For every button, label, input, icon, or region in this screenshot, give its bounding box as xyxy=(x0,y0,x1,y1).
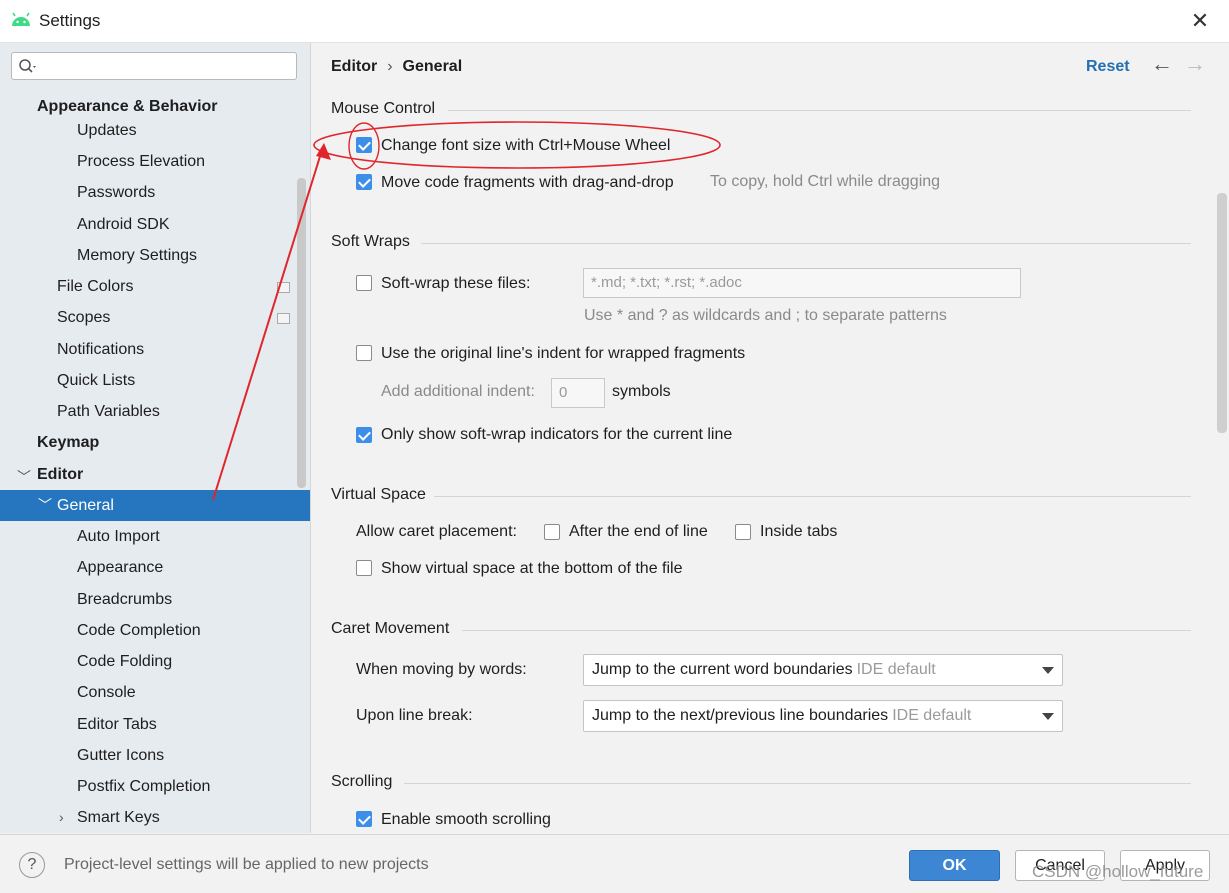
dropdown-arrow-icon xyxy=(1042,713,1054,720)
softwrap-files-checkbox[interactable] xyxy=(356,275,372,291)
sidebar-item-updates[interactable]: Updates xyxy=(77,115,137,146)
after-end-of-line-checkbox[interactable] xyxy=(544,524,560,540)
ok-button[interactable]: OK xyxy=(909,850,1000,881)
watermark: CSDN @hollow_future xyxy=(1032,862,1204,881)
project-level-note: Project-level settings will be applied t… xyxy=(64,856,429,873)
breadcrumb-separator: › xyxy=(387,58,393,75)
android-logo-icon xyxy=(12,12,30,26)
search-field[interactable] xyxy=(11,52,297,80)
virtual-space-bottom-label[interactable]: Show virtual space at the bottom of the … xyxy=(381,560,683,578)
inside-tabs-label[interactable]: Inside tabs xyxy=(760,523,837,541)
section-virtual-space: Virtual Space xyxy=(331,486,426,503)
back-arrow-icon[interactable]: ← xyxy=(1151,51,1173,77)
additional-indent-label: Add additional indent: xyxy=(381,383,535,400)
caret-placement-label: Allow caret placement: xyxy=(356,523,517,540)
forward-arrow-icon[interactable]: → xyxy=(1184,51,1206,77)
sidebar-item-general[interactable]: ﹀ General xyxy=(0,490,310,521)
drag-drop-hint: To copy, hold Ctrl while dragging xyxy=(710,173,941,190)
section-divider xyxy=(421,243,1191,244)
sidebar-item-editor-tabs[interactable]: Editor Tabs xyxy=(77,709,157,740)
chevron-down-icon: ﹀ xyxy=(38,497,52,513)
section-divider xyxy=(462,630,1191,631)
chevron-down-icon[interactable]: ﹀ xyxy=(17,467,31,487)
project-scope-icon xyxy=(277,282,290,293)
section-caret-movement: Caret Movement xyxy=(331,620,450,637)
sidebar-item-quick-lists[interactable]: Quick Lists xyxy=(57,365,135,396)
font-size-wheel-label[interactable]: Change font size with Ctrl+Mouse Wheel xyxy=(381,137,670,155)
sidebar-item-gutter-icons[interactable]: Gutter Icons xyxy=(77,740,164,771)
line-break-label: Upon line break: xyxy=(356,707,473,724)
project-scope-icon xyxy=(277,313,290,324)
breadcrumb-current: General xyxy=(402,58,463,75)
smooth-scrolling-label[interactable]: Enable smooth scrolling xyxy=(381,811,551,829)
drag-drop-label[interactable]: Move code fragments with drag-and-drop xyxy=(381,174,674,192)
title-bar: Settings ✕ xyxy=(0,0,1229,43)
additional-indent-field[interactable]: 0 xyxy=(551,378,605,408)
reset-link[interactable]: Reset xyxy=(1086,58,1130,76)
softwrap-patterns-field[interactable]: *.md; *.txt; *.rst; *.adoc xyxy=(583,268,1021,298)
virtual-space-bottom-checkbox[interactable] xyxy=(356,560,372,576)
original-indent-label[interactable]: Use the original line's indent for wrapp… xyxy=(381,345,745,363)
window-title: Settings xyxy=(39,11,101,30)
font-size-wheel-checkbox[interactable] xyxy=(356,137,372,153)
softwrap-patterns-hint: Use * and ? as wildcards and ; to separa… xyxy=(584,307,947,324)
softwrap-files-label[interactable]: Soft-wrap these files: xyxy=(381,275,530,293)
sidebar-item-breadcrumbs[interactable]: Breadcrumbs xyxy=(77,584,172,615)
sidebar-item-passwords[interactable]: Passwords xyxy=(77,177,155,208)
drag-drop-checkbox[interactable] xyxy=(356,174,372,190)
smooth-scrolling-checkbox[interactable] xyxy=(356,811,372,827)
sidebar-item-file-colors[interactable]: File Colors xyxy=(57,271,133,302)
chevron-right-icon[interactable]: › xyxy=(59,809,64,825)
select-tag: IDE default xyxy=(856,661,936,678)
sidebar-item-postfix-completion[interactable]: Postfix Completion xyxy=(77,771,210,802)
close-icon[interactable]: ✕ xyxy=(1185,6,1215,36)
sidebar-item-code-folding[interactable]: Code Folding xyxy=(77,646,172,677)
sidebar-item-path-variables[interactable]: Path Variables xyxy=(57,396,160,427)
section-divider xyxy=(448,110,1191,111)
sidebar-item-console[interactable]: Console xyxy=(77,677,136,708)
sidebar-item-scopes[interactable]: Scopes xyxy=(57,302,110,333)
breadcrumb-parent[interactable]: Editor xyxy=(331,58,377,75)
sidebar-item-keymap[interactable]: Keymap xyxy=(37,427,99,458)
settings-content: Editor › General Reset ← → Mouse Control C… xyxy=(311,43,1229,833)
inside-tabs-checkbox[interactable] xyxy=(735,524,751,540)
moving-by-words-label: When moving by words: xyxy=(356,661,527,678)
sidebar-item-code-completion[interactable]: Code Completion xyxy=(77,615,201,646)
select-value: Jump to the current word boundaries xyxy=(592,661,853,678)
symbols-label: symbols xyxy=(612,383,671,400)
sidebar-scrollbar[interactable] xyxy=(297,178,306,488)
sidebar-item-notifications[interactable]: Notifications xyxy=(57,334,144,365)
content-scrollbar[interactable] xyxy=(1217,193,1227,433)
sidebar-item-editor[interactable]: Editor xyxy=(37,459,83,490)
softwrap-indicators-checkbox[interactable] xyxy=(356,427,372,443)
sidebar-item-android-sdk[interactable]: Android SDK xyxy=(77,209,170,240)
search-input[interactable] xyxy=(46,56,290,78)
section-mouse-control: Mouse Control xyxy=(331,100,436,117)
sidebar-item-appearance[interactable]: Appearance xyxy=(77,552,163,583)
dropdown-arrow-icon xyxy=(1042,667,1054,674)
select-tag: IDE default xyxy=(892,707,972,724)
sidebar-item-process-elevation[interactable]: Process Elevation xyxy=(77,146,205,177)
softwrap-indicators-label[interactable]: Only show soft-wrap indicators for the c… xyxy=(381,426,732,444)
section-divider xyxy=(434,496,1191,497)
sidebar-item-memory-settings[interactable]: Memory Settings xyxy=(77,240,197,271)
settings-sidebar: Appearance & Behavior Updates Process El… xyxy=(0,43,311,833)
search-icon xyxy=(19,59,36,73)
help-icon[interactable]: ? xyxy=(19,852,45,878)
sidebar-item-smart-keys[interactable]: Smart Keys xyxy=(77,802,160,833)
select-value: Jump to the next/previous line boundarie… xyxy=(592,707,889,724)
sidebar-item-auto-import[interactable]: Auto Import xyxy=(77,521,160,552)
sidebar-item-label: General xyxy=(57,497,114,514)
after-end-of-line-label[interactable]: After the end of line xyxy=(569,523,708,541)
section-divider xyxy=(404,783,1191,784)
original-indent-checkbox[interactable] xyxy=(356,345,372,361)
moving-by-words-select[interactable]: Jump to the current word boundaries IDE d… xyxy=(583,654,1063,686)
line-break-select[interactable]: Jump to the next/previous line boundarie… xyxy=(583,700,1063,732)
section-soft-wraps: Soft Wraps xyxy=(331,233,410,250)
breadcrumb: Editor › General xyxy=(331,58,462,76)
section-scrolling: Scrolling xyxy=(331,773,393,790)
